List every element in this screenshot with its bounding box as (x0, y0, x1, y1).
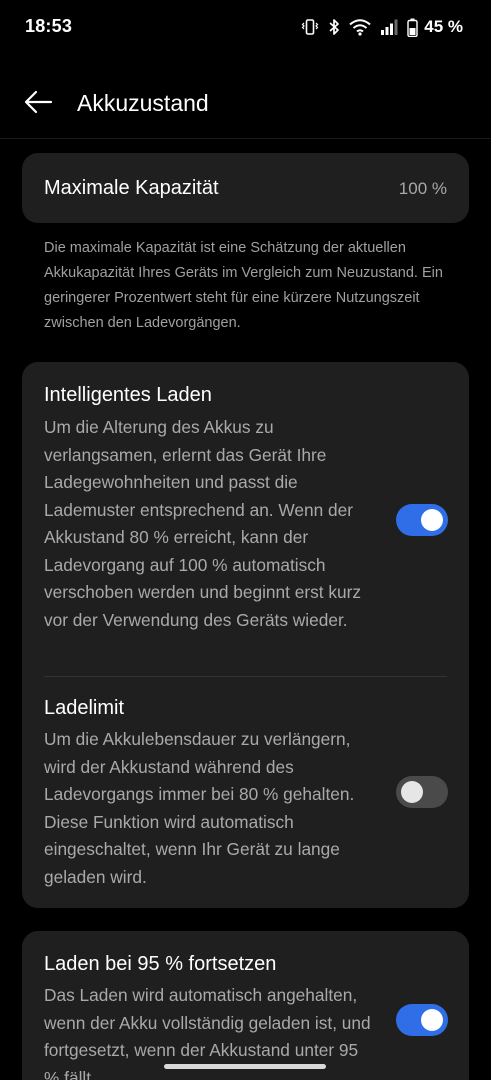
toggle-knob (421, 1009, 443, 1031)
back-button[interactable] (18, 86, 58, 122)
status-icons: 45 % (301, 16, 463, 38)
charge-limit-toggle[interactable] (396, 776, 448, 808)
status-bar: 18:53 45 % (0, 0, 491, 56)
capacity-description: Die maximale Kapazität ist eine Schätzun… (44, 240, 443, 331)
resume-charging-card: Laden bei 95 % fortsetzen Das Laden wird… (22, 931, 469, 1080)
smart-charging-description: Um die Alterung des Akkus zu verlangsame… (44, 417, 362, 630)
max-capacity-card: Maximale Kapazität 100 % (22, 153, 469, 223)
battery-percent: 45 % (424, 17, 463, 36)
resume-charging-toggle[interactable] (396, 1004, 448, 1036)
smart-charging-title: Intelligentes Laden (44, 384, 212, 406)
charge-limit-row[interactable]: Ladelimit Um die Akkulebensdauer zu verl… (22, 677, 469, 908)
battery-icon (407, 18, 418, 37)
smart-charging-row[interactable]: Intelligentes Laden Um die Alterung des … (22, 362, 469, 676)
wifi-icon (349, 18, 371, 36)
toggle-knob (401, 781, 423, 803)
page-title: Akkuzustand (77, 90, 209, 116)
vibrate-icon (301, 18, 319, 36)
bluetooth-icon (328, 18, 340, 36)
charge-limit-description: Um die Akkulebensdauer zu verlängern, wi… (44, 729, 355, 887)
resume-charging-title: Laden bei 95 % fortsetzen (44, 953, 277, 975)
resume-charging-row[interactable]: Laden bei 95 % fortsetzen Das Laden wird… (22, 931, 469, 1080)
smart-charging-toggle[interactable] (396, 504, 448, 536)
arrow-left-icon (23, 90, 53, 119)
charging-settings-card: Intelligentes Laden Um die Alterung des … (22, 362, 469, 908)
app-header: Akkuzustand (0, 70, 491, 138)
gesture-nav-handle[interactable] (164, 1064, 326, 1069)
header-divider (0, 138, 491, 139)
max-capacity-label: Maximale Kapazität (44, 177, 219, 199)
toggle-knob (421, 509, 443, 531)
charge-limit-title: Ladelimit (44, 697, 125, 719)
signal-icon (380, 18, 398, 36)
status-time: 18:53 (25, 16, 73, 36)
battery-health-screen: 18:53 45 % Akkuzustand Maximale Kapazitä… (0, 0, 491, 1080)
max-capacity-value: 100 % (398, 179, 447, 198)
